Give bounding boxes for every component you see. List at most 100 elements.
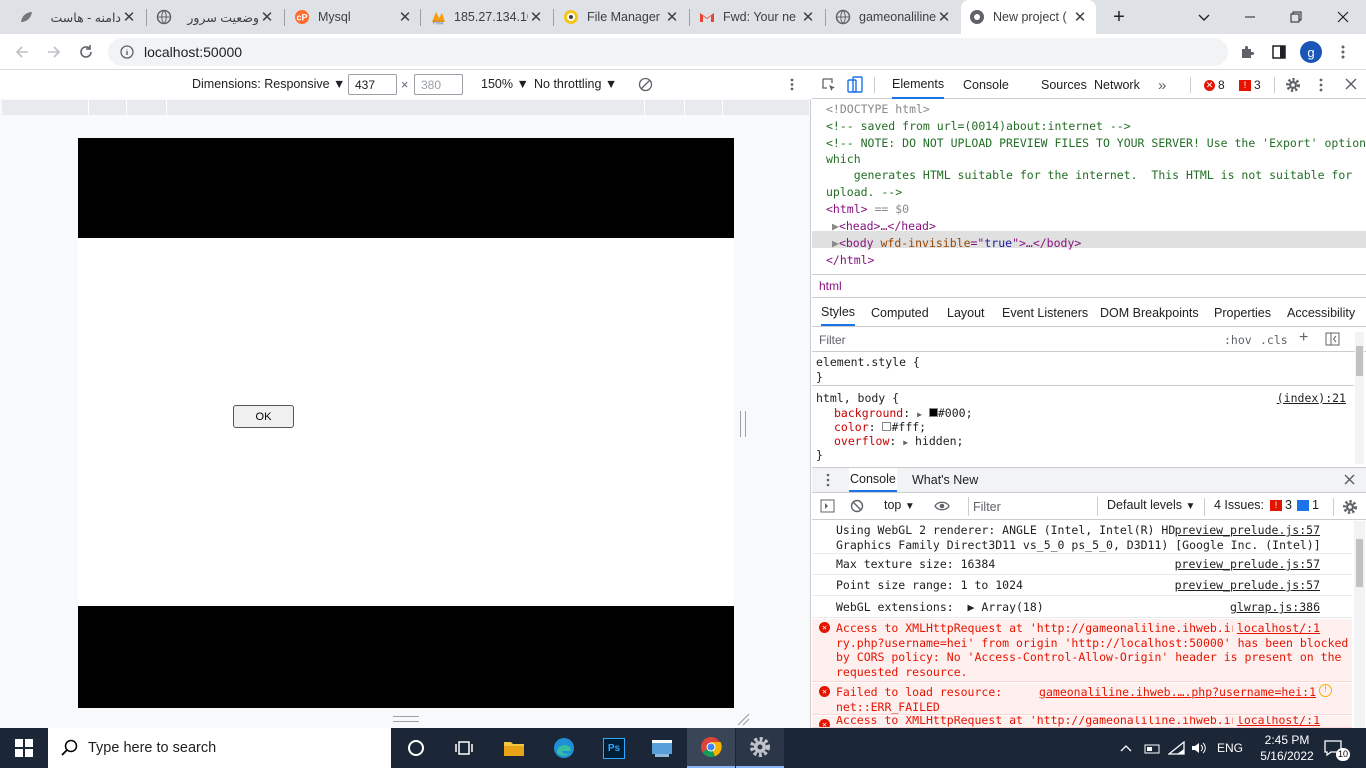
new-rule-plus-icon[interactable]: + [1299, 329, 1308, 347]
tab-styles[interactable]: Styles [821, 299, 856, 326]
new-tab-button[interactable]: + [1096, 0, 1142, 34]
start-button[interactable] [0, 728, 48, 768]
resize-handle-right[interactable] [740, 411, 746, 437]
tab-4[interactable]: PMA 185.27.134.10 ✕ [422, 0, 552, 34]
zoom-dropdown[interactable]: 150% ▼ [481, 77, 529, 91]
close-icon[interactable]: ✕ [259, 9, 275, 26]
kebab-menu-icon[interactable] [1316, 77, 1326, 93]
console-settings-gear-icon[interactable] [1342, 499, 1358, 515]
message-source-link[interactable]: preview_prelude.js:57 [1175, 557, 1320, 572]
back-button[interactable] [8, 38, 36, 66]
chrome-taskbar-button[interactable] [687, 728, 735, 768]
clear-console-icon[interactable] [850, 499, 864, 513]
eye-icon[interactable] [934, 499, 950, 513]
info-icon[interactable] [120, 45, 134, 59]
tab-8-active[interactable]: New project ( ✕ [961, 0, 1096, 34]
tab-properties[interactable]: Properties [1214, 299, 1271, 326]
ok-button[interactable]: OK [233, 405, 294, 428]
close-icon[interactable]: ✕ [800, 9, 816, 26]
color-swatch[interactable] [928, 408, 938, 417]
errors-badge[interactable]: ✕ 8 [1204, 76, 1225, 94]
file-explorer-button[interactable] [490, 728, 538, 768]
clock[interactable]: 2:45 PM 5/16/2022 [1252, 728, 1322, 768]
hov-toggle[interactable]: :hov [1224, 333, 1252, 347]
drawer-tab-whats-new[interactable]: What's New [912, 468, 978, 492]
minimize-button[interactable] [1227, 0, 1273, 34]
notification-center-button[interactable]: 10 [1324, 728, 1351, 768]
message-source-link[interactable]: localhost/:1 [1232, 621, 1320, 636]
tab-5[interactable]: File Manager ✕ [555, 0, 688, 34]
bulb-icon[interactable]: ! [1319, 684, 1332, 697]
style-prop-color[interactable]: color: #fff; [834, 420, 926, 435]
extensions-button[interactable] [1233, 38, 1261, 66]
close-icon[interactable]: ✕ [1072, 9, 1088, 26]
game-canvas[interactable]: OK [78, 238, 734, 606]
drawer-menu-icon[interactable] [825, 472, 831, 488]
settings-taskbar-button[interactable] [736, 728, 784, 768]
dom-head-node[interactable]: ▶<head>…</head> [832, 218, 936, 235]
close-window-button[interactable] [1320, 0, 1366, 34]
dimensions-dropdown[interactable]: Dimensions: Responsive ▼ [192, 77, 345, 91]
tab-1[interactable]: دامنه - هاست ✕ [10, 0, 145, 34]
language-indicator[interactable]: ENG [1217, 728, 1243, 768]
issues-badge[interactable]: ! 3 [1239, 76, 1261, 94]
message-source-link[interactable]: preview_prelude.js:57 [1175, 523, 1320, 538]
app-window-button[interactable] [638, 728, 686, 768]
tab-network[interactable]: Network [1094, 71, 1140, 99]
element-style-rule[interactable]: element.style { [816, 355, 920, 370]
task-view-button[interactable] [440, 728, 488, 768]
settings-gear-icon[interactable] [1285, 77, 1301, 93]
menu-button[interactable] [1329, 38, 1357, 66]
dom-comment-line[interactable]: <!-- NOTE: DO NOT UPLOAD PREVIEW FILES T… [826, 135, 1366, 152]
tray-device-icon[interactable] [1144, 728, 1160, 768]
resize-handle-corner[interactable] [736, 712, 750, 726]
tab-search-button[interactable] [1181, 0, 1227, 34]
close-icon[interactable]: ✕ [121, 9, 137, 26]
console-message[interactable]: Max texture size: 16384 preview_prelude.… [812, 555, 1352, 575]
tab-console[interactable]: Console [963, 71, 1009, 99]
message-source-link[interactable]: preview_prelude.js:57 [1175, 578, 1320, 593]
dom-doctype[interactable]: <!DOCTYPE html> [826, 101, 930, 118]
tab-sources[interactable]: Sources [1041, 71, 1087, 99]
context-selector[interactable]: top ▼ [884, 498, 915, 512]
dom-comment-line[interactable]: upload. --> [826, 184, 902, 201]
console-message[interactable]: WebGL extensions: ▶ Array(18) glwrap.js:… [812, 597, 1352, 618]
throttling-dropdown[interactable]: No throttling ▼ [534, 77, 617, 91]
profile-avatar[interactable]: g [1297, 38, 1325, 66]
cls-toggle[interactable]: .cls [1260, 333, 1288, 347]
rule-selector[interactable]: html, body { [816, 391, 899, 406]
message-source-link[interactable]: glwrap.js:386 [1230, 600, 1320, 615]
styles-filter-input[interactable]: Filter [819, 333, 846, 347]
side-panel-button[interactable] [1265, 38, 1293, 66]
tab-2[interactable]: وضعیت سرور ✕ [148, 0, 283, 34]
media-query-ruler[interactable] [2, 100, 809, 115]
resize-handle-bottom[interactable] [393, 716, 419, 722]
photoshop-button[interactable]: Ps [590, 728, 638, 768]
console-message[interactable]: Point size range: 1 to 1024 preview_prel… [812, 576, 1352, 596]
height-input[interactable]: 380 [414, 74, 463, 95]
device-toggle-icon[interactable] [847, 76, 863, 94]
tab-elements[interactable]: Elements [892, 71, 945, 99]
issues-counter[interactable]: 4 Issues:! 3 1 [1214, 498, 1319, 512]
log-levels-dropdown[interactable]: Default levels ▼ [1107, 498, 1195, 512]
breadcrumb-html[interactable]: html [819, 279, 842, 293]
dom-html-node[interactable]: <html> == $0 [826, 201, 909, 218]
console-error[interactable]: ✕ Access to XMLHttpRequest at 'http://ga… [812, 716, 1352, 728]
drawer-tab-console[interactable]: Console [849, 468, 897, 492]
message-source-link[interactable]: localhost/:1 [1232, 716, 1320, 727]
style-prop-overflow[interactable]: overflow: ▶ hidden; [834, 434, 963, 451]
tab-event-listeners[interactable]: Event Listeners [1002, 299, 1088, 326]
close-devtools-icon[interactable] [1345, 78, 1357, 90]
tab-computed[interactable]: Computed [871, 299, 929, 326]
address-bar[interactable]: localhost:50000 [108, 38, 1228, 66]
tray-chevron-up-icon[interactable] [1120, 728, 1132, 768]
expand-triangle-icon[interactable]: ▶ [832, 219, 839, 233]
restore-button[interactable] [1273, 0, 1319, 34]
url-text[interactable]: localhost:50000 [144, 44, 242, 60]
close-drawer-icon[interactable] [1344, 474, 1355, 485]
dom-comment-line[interactable]: generates HTML suitable for the internet… [826, 167, 1353, 184]
console-error[interactable]: ✕ Failed to load resource: net::ERR_FAIL… [812, 683, 1352, 715]
tab-3[interactable]: cP Mysql ✕ [286, 0, 421, 34]
console-message[interactable]: Using WebGL 2 renderer: ANGLE (Intel, In… [812, 521, 1352, 554]
tab-dom-breakpoints[interactable]: DOM Breakpoints [1100, 299, 1199, 326]
